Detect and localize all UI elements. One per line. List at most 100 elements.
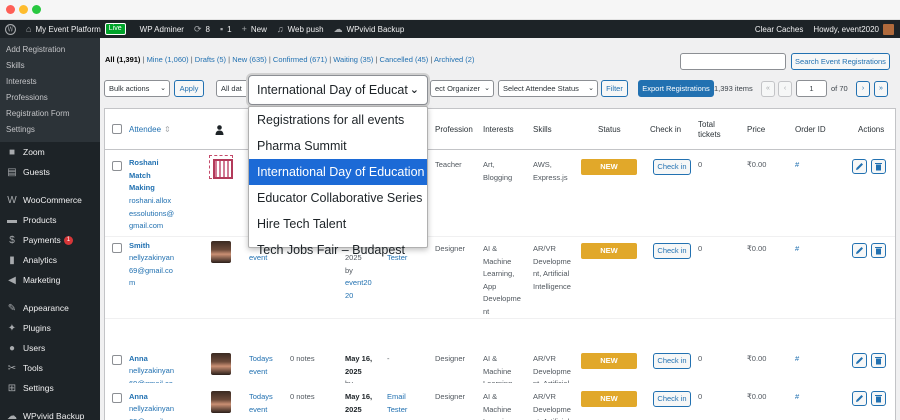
- apply-button[interactable]: Apply: [174, 80, 204, 97]
- row-checkbox[interactable]: [112, 161, 122, 171]
- view-new[interactable]: New (635): [232, 55, 267, 64]
- delete-button[interactable]: [871, 391, 886, 406]
- event-option[interactable]: Educator Collaborative Series: [249, 185, 427, 211]
- select-all-checkbox[interactable]: [112, 124, 122, 134]
- new-content-menu[interactable]: + New: [242, 24, 267, 34]
- event-option[interactable]: Tech Jobs Fair – Budapest: [249, 237, 427, 263]
- sidebar-item-marketing[interactable]: ◀ Marketing: [0, 270, 100, 290]
- attendee-status-select[interactable]: Select Attendee Status ⌄: [498, 80, 598, 97]
- delete-button[interactable]: [871, 159, 886, 174]
- current-page-input[interactable]: 1: [796, 80, 827, 97]
- delete-button[interactable]: [871, 243, 886, 258]
- row-checkbox[interactable]: [112, 355, 122, 365]
- next-page-button[interactable]: ›: [856, 81, 870, 97]
- submenu-skills[interactable]: Skills: [0, 58, 100, 74]
- wpvivid-backup-menu[interactable]: ☁ WPvivid Backup: [334, 24, 405, 35]
- site-name-menu[interactable]: ⌂ My Event Platform Live: [26, 23, 130, 35]
- view-mine[interactable]: Mine (1,060): [147, 55, 189, 64]
- sidebar-item-products[interactable]: ▬ Products: [0, 210, 100, 230]
- edit-button[interactable]: [852, 353, 867, 368]
- checkin-button[interactable]: Check in: [653, 353, 691, 369]
- sidebar-item-users[interactable]: ● Users: [0, 338, 100, 358]
- submenu-add-registration[interactable]: Add Registration: [0, 42, 100, 58]
- event-link[interactable]: Todays event: [249, 391, 279, 416]
- minimize-window-button[interactable]: [19, 5, 28, 14]
- view-waiting[interactable]: Waiting (35): [333, 55, 373, 64]
- maximize-window-button[interactable]: [32, 5, 41, 14]
- sidebar-item-plugins[interactable]: ✦ Plugins: [0, 318, 100, 338]
- event-link[interactable]: Todays event: [249, 353, 279, 378]
- row-checkbox[interactable]: [112, 393, 122, 403]
- sidebar-item-woocommerce[interactable]: W WooCommerce: [0, 190, 100, 210]
- updates-menu[interactable]: ⟳ 8: [194, 24, 210, 35]
- attendee-name-link[interactable]: Anna: [129, 353, 148, 366]
- sidebar-item-appearance[interactable]: ✎ Appearance: [0, 298, 100, 318]
- order-id-link[interactable]: #: [795, 243, 799, 256]
- checkin-button[interactable]: Check in: [653, 159, 691, 175]
- edit-button[interactable]: [852, 391, 867, 406]
- event-option[interactable]: Registrations for all events: [249, 107, 427, 133]
- howdy-user-menu[interactable]: Howdy, event2020: [813, 25, 879, 34]
- attendee-email: nellyzakinyan69@gmail.com: [129, 253, 175, 287]
- view-drafts[interactable]: Drafts (5): [195, 55, 226, 64]
- price-cell: ₹0.00: [747, 244, 767, 253]
- sidebar-item-analytics[interactable]: ▮ Analytics: [0, 250, 100, 270]
- event-option-selected[interactable]: International Day of Education: [249, 159, 427, 185]
- order-id-link[interactable]: #: [795, 391, 799, 404]
- prev-page-button[interactable]: ‹: [778, 81, 792, 97]
- search-registrations-button[interactable]: Search Event Registrations: [791, 53, 890, 70]
- view-all[interactable]: All (1,391): [105, 55, 140, 64]
- site-name: My Event Platform: [35, 24, 101, 34]
- event-option[interactable]: Hire Tech Talent: [249, 211, 427, 237]
- organizer-filter-select[interactable]: ect Organizer ⌄: [430, 80, 494, 97]
- wordpress-logo-icon[interactable]: W: [5, 23, 16, 35]
- sidebar-item-guests[interactable]: ▤ Guests: [0, 162, 100, 182]
- checkin-button[interactable]: Check in: [653, 391, 691, 407]
- sidebar-item-zoom[interactable]: ■ Zoom: [0, 142, 100, 162]
- export-registrations-button[interactable]: Export Registrations: [638, 80, 714, 97]
- view-archived[interactable]: Archived (2): [434, 55, 474, 64]
- delete-button[interactable]: [871, 353, 886, 368]
- comments-menu[interactable]: ▪ 1: [220, 24, 232, 34]
- sidebar-item-label: Zoom: [23, 147, 45, 157]
- submenu-interests[interactable]: Interests: [0, 74, 100, 90]
- event-option[interactable]: Pharma Summit: [249, 133, 427, 159]
- web-push-menu[interactable]: ♫ Web push: [277, 24, 324, 34]
- analytics-icon: ▮: [9, 254, 15, 266]
- first-page-button[interactable]: «: [761, 81, 775, 97]
- event-filter-select[interactable]: International Day of Educat ⌄: [248, 75, 428, 105]
- attendee-logo-image: [209, 155, 233, 179]
- clear-caches-link[interactable]: Clear Caches: [755, 25, 803, 34]
- sidebar-item-tools[interactable]: ✂ Tools: [0, 358, 100, 378]
- sidebar-item-wpvivid-backup[interactable]: ☁ WPvivid Backup: [0, 406, 100, 420]
- order-id-link[interactable]: #: [795, 353, 799, 366]
- checkin-button[interactable]: Check in: [653, 243, 691, 259]
- author-link[interactable]: event2020: [345, 277, 373, 302]
- attendee-photo: [211, 241, 231, 263]
- attendee-name-link[interactable]: Roshani Match Making: [129, 157, 175, 195]
- edit-button[interactable]: [852, 243, 867, 258]
- backup-label: WPvivid Backup: [346, 24, 405, 34]
- user-avatar[interactable]: [883, 23, 894, 35]
- view-confirmed[interactable]: Confirmed (671): [273, 55, 327, 64]
- attendee-name-link[interactable]: Smith: [129, 240, 150, 253]
- column-attendee[interactable]: Attendee ⇕: [129, 109, 171, 150]
- search-input[interactable]: [680, 53, 786, 70]
- edit-button[interactable]: [852, 159, 867, 174]
- row-checkbox[interactable]: [112, 243, 122, 253]
- submenu-settings[interactable]: Settings: [0, 122, 100, 138]
- close-window-button[interactable]: [6, 5, 15, 14]
- order-id-link[interactable]: #: [795, 159, 799, 172]
- last-page-button[interactable]: »: [874, 81, 888, 97]
- sidebar-item-payments[interactable]: $ Payments 1: [0, 230, 100, 250]
- sidebar-item-settings[interactable]: ⊞ Settings: [0, 378, 100, 398]
- comments-count: 1: [227, 24, 232, 34]
- view-cancelled[interactable]: Cancelled (45): [380, 55, 429, 64]
- submenu-registration-form[interactable]: Registration Form: [0, 106, 100, 122]
- submenu-professions[interactable]: Professions: [0, 90, 100, 106]
- bulk-actions-select[interactable]: Bulk actions ⌄: [104, 80, 170, 97]
- wp-adminer-link[interactable]: WP Adminer: [140, 25, 184, 34]
- attendee-name-link[interactable]: Anna: [129, 391, 148, 404]
- attendee-email: nellyzakinyan69@gmail.com: [129, 404, 175, 420]
- filter-button[interactable]: Filter: [601, 80, 628, 97]
